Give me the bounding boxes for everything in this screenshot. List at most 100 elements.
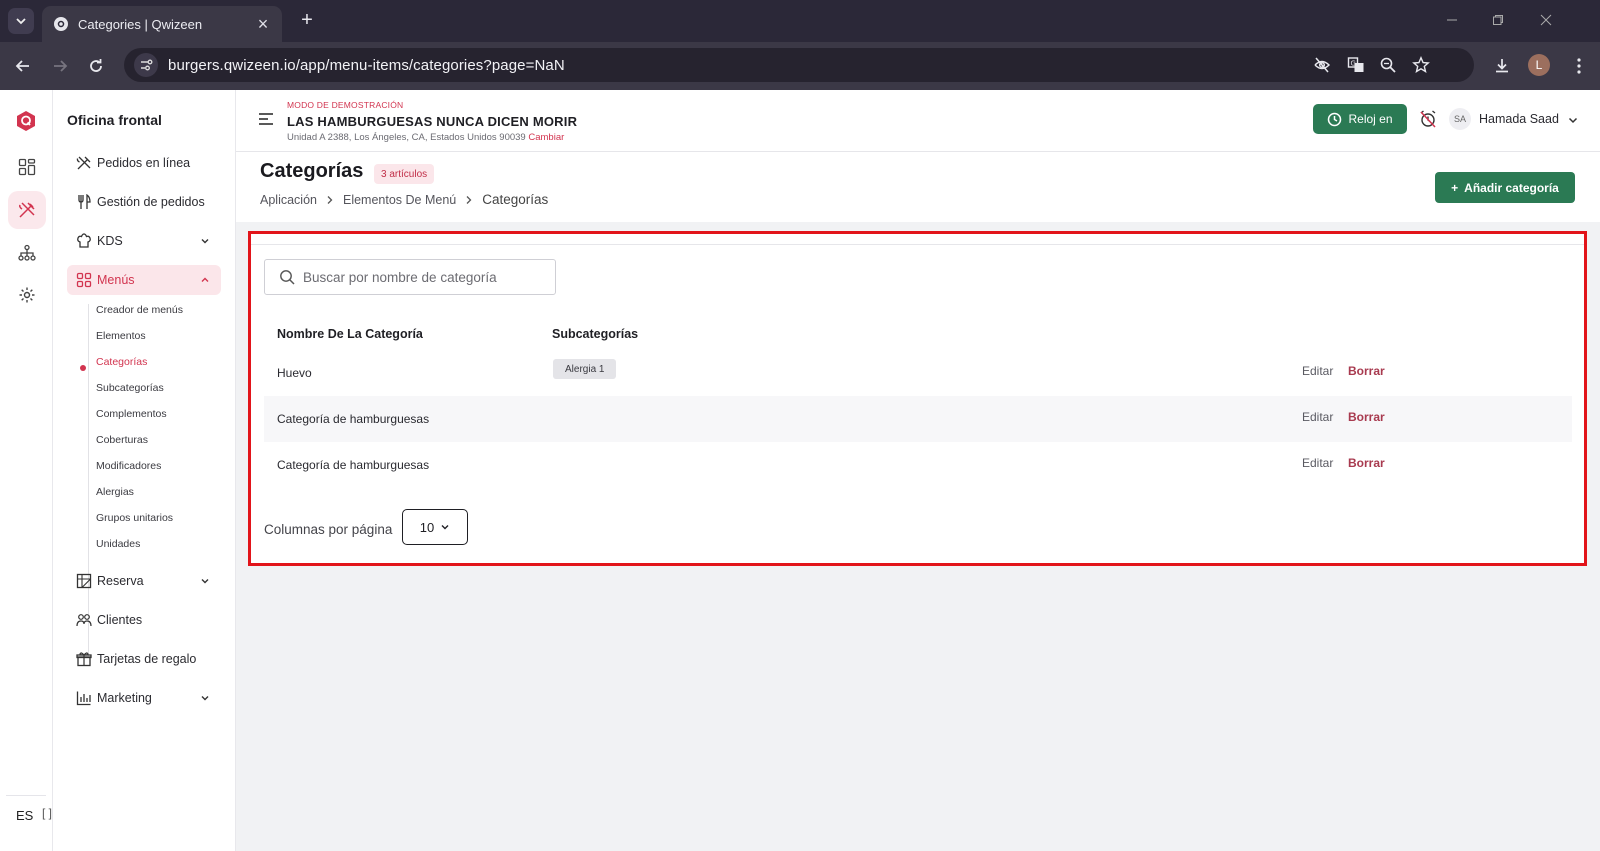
page-title: Categorías: [260, 160, 364, 182]
delete-button[interactable]: Borrar: [1348, 456, 1385, 470]
submenu-line: [88, 304, 89, 656]
bookmark-star-icon[interactable]: [1409, 53, 1433, 77]
card-divider: [251, 244, 1584, 245]
tab-search-button[interactable]: [8, 8, 34, 34]
sidebar-item-marketing[interactable]: Marketing: [67, 683, 221, 713]
chevron-down-icon: [16, 18, 26, 25]
change-location-link[interactable]: Cambiar: [528, 132, 564, 143]
add-category-button[interactable]: + Añadir categoría: [1435, 172, 1575, 203]
rows-per-page-select[interactable]: 10: [402, 509, 468, 545]
translate-icon[interactable]: G: [1344, 53, 1368, 77]
download-button[interactable]: [1490, 54, 1514, 78]
alarm-off-icon[interactable]: [1419, 110, 1437, 128]
minimize-button[interactable]: [1440, 8, 1464, 32]
search-box: [264, 259, 556, 295]
submenu-modifiers[interactable]: Modificadores: [96, 460, 161, 472]
rail-dashboard[interactable]: [8, 148, 46, 186]
column-header-category-name[interactable]: Nombre De La Categoría: [277, 327, 423, 341]
column-header-subcategories[interactable]: Subcategorías: [552, 327, 638, 341]
delete-button[interactable]: Borrar: [1348, 364, 1385, 378]
delete-button[interactable]: Borrar: [1348, 410, 1385, 424]
search-input[interactable]: [303, 269, 543, 285]
chevron-down-icon: [441, 525, 449, 530]
eye-off-icon[interactable]: [1310, 53, 1334, 77]
submenu-allergies[interactable]: Alergias: [96, 486, 134, 498]
category-name: Categoría de hamburguesas: [277, 412, 430, 426]
zoom-icon[interactable]: [1376, 53, 1400, 77]
sidebar-item-gift-cards[interactable]: Tarjetas de regalo: [67, 644, 221, 674]
edit-button[interactable]: Editar: [1302, 410, 1333, 424]
sidebar-item-order-management[interactable]: Gestión de pedidos: [67, 187, 221, 217]
chevron-right-icon: [327, 195, 333, 204]
subcategory-chip: Alergia 1: [553, 359, 617, 379]
browser-menu-button[interactable]: [1567, 54, 1591, 78]
sidebar-item-label: Menús: [97, 273, 135, 287]
breadcrumb-current: Categorías: [482, 192, 549, 207]
sidebar-item-label: Pedidos en línea: [97, 156, 191, 170]
chevron-down-icon: [201, 239, 209, 244]
sidebar-item-menus[interactable]: Menús: [67, 265, 221, 295]
qwizeen-favicon-icon: [54, 17, 68, 31]
arrow-right-icon: [54, 60, 68, 72]
restore-button[interactable]: [1486, 8, 1510, 32]
table-row: Categoría de hamburguesas Editar Borrar: [264, 396, 1572, 442]
address-bar[interactable]: burgers.qwizeen.io/app/menu-items/catego…: [124, 48, 1474, 82]
rows-per-page-value: 10: [419, 519, 435, 535]
url-text: burgers.qwizeen.io/app/menu-items/catego…: [168, 56, 565, 74]
submenu-items[interactable]: Elementos: [96, 330, 146, 342]
reload-button[interactable]: [84, 54, 108, 78]
breadcrumb-menu-items[interactable]: Elementos De Menú: [343, 193, 456, 207]
sidebar-item-reservation[interactable]: Reserva: [67, 566, 221, 596]
breadcrumb: Aplicación Elementos De Menú Categorías: [260, 192, 548, 207]
rail-organization[interactable]: [8, 234, 46, 272]
rail-settings[interactable]: [8, 276, 46, 314]
demo-mode-label: MODO DE DEMOSTRACIÓN: [287, 100, 404, 110]
submenu-units[interactable]: Unidades: [96, 538, 140, 550]
add-category-label: Añadir categoría: [1464, 180, 1559, 195]
submenu-addons[interactable]: Complementos: [96, 408, 167, 420]
chevron-down-icon[interactable]: [1567, 114, 1579, 126]
edit-button[interactable]: Editar: [1302, 364, 1333, 378]
sidebar-item-label: Reserva: [97, 574, 144, 588]
profile-avatar[interactable]: L: [1528, 54, 1550, 76]
close-window-button[interactable]: [1534, 8, 1558, 32]
browser-tab-bar: Categories | Qwizeen × +: [0, 0, 1600, 42]
chef-hat-icon: [75, 232, 93, 250]
close-icon: [1540, 14, 1552, 26]
language-switcher[interactable]: ES: [16, 808, 33, 823]
forward-button[interactable]: [48, 54, 72, 78]
user-name[interactable]: Hamada Saad: [1479, 112, 1559, 126]
sidebar-item-label: Clientes: [97, 613, 143, 627]
clock-in-button[interactable]: Reloj en: [1313, 104, 1407, 134]
browser-tab[interactable]: Categories | Qwizeen ×: [42, 6, 282, 42]
sidebar-item-online-orders[interactable]: Pedidos en línea: [67, 148, 221, 178]
more-vertical-icon: [1577, 58, 1581, 74]
close-icon[interactable]: ×: [254, 14, 272, 35]
submenu-unit-groups[interactable]: Grupos unitarios: [96, 512, 173, 524]
sidebar-title: Oficina frontal: [67, 112, 162, 128]
new-tab-button[interactable]: +: [296, 10, 318, 32]
users-icon: [75, 611, 93, 629]
user-avatar[interactable]: SA: [1449, 108, 1471, 130]
browser-toolbar: burgers.qwizeen.io/app/menu-items/catego…: [0, 42, 1600, 90]
qwizeen-logo-icon[interactable]: [16, 110, 36, 132]
app-rail: [0, 90, 53, 851]
back-button[interactable]: [11, 54, 35, 78]
item-count-badge: 3 artículos: [374, 164, 435, 184]
search-icon: [280, 270, 295, 285]
expand-icon[interactable]: [ ]: [42, 806, 52, 820]
breadcrumb-app[interactable]: Aplicación: [260, 193, 317, 207]
rows-per-page-label: Columnas por página: [264, 522, 393, 537]
sidebar-item-kds[interactable]: KDS: [67, 226, 221, 256]
edit-button[interactable]: Editar: [1302, 456, 1333, 470]
submenu-toppings[interactable]: Coberturas: [96, 434, 148, 446]
submenu-categories[interactable]: Categorías: [96, 356, 147, 368]
categories-card: Nombre De La Categoría Subcategorías Hue…: [248, 231, 1587, 566]
sidebar-item-customers[interactable]: Clientes: [67, 605, 221, 635]
hamburger-menu-icon[interactable]: [258, 112, 274, 126]
site-info-icon[interactable]: [134, 53, 158, 77]
rail-front-office[interactable]: [8, 191, 46, 229]
submenu-subcategories[interactable]: Subcategorías: [96, 382, 164, 394]
submenu-menu-builder[interactable]: Creador de menús: [96, 304, 183, 316]
restore-icon: [1493, 15, 1503, 25]
